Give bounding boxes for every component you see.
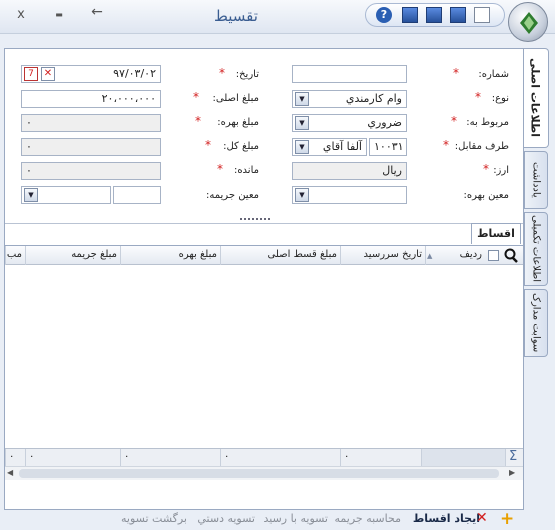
vertical-tabs: اطلاعات اصلی یادداشت اطلاعات تکمیلی سواب…: [522, 48, 550, 358]
horizontal-scrollbar[interactable]: ◀ ▶: [5, 466, 523, 480]
splitter-grip[interactable]: [240, 218, 270, 222]
penalty-account-code[interactable]: [113, 186, 161, 204]
search-icon[interactable]: [503, 248, 519, 264]
currency-field[interactable]: ريال: [292, 162, 407, 180]
required-mark: *: [453, 66, 459, 80]
required-mark: *: [195, 114, 201, 128]
chevron-down-icon[interactable]: ▼: [24, 188, 38, 202]
footer-penalty-sum: ۰: [25, 449, 120, 467]
total-amount-field[interactable]: ۰: [21, 138, 161, 156]
create-installments-button[interactable]: ایجاد اقساط: [413, 510, 480, 530]
delete-icon[interactable]: ✕: [476, 510, 488, 526]
remaining-label: مانده:: [233, 165, 259, 176]
minimize-button[interactable]: ▬: [52, 10, 66, 19]
grid-header: ردیف ▲ تاریخ سررسید مبلغ قسط اصلی مبلغ ب…: [5, 246, 523, 265]
calendar-icon[interactable]: 7: [24, 67, 38, 81]
required-mark: *: [193, 90, 199, 104]
number-field[interactable]: [292, 65, 407, 83]
principal-field[interactable]: ۲۰،۰۰۰،۰۰۰: [21, 90, 161, 108]
col-row-number[interactable]: ردیف: [425, 246, 485, 265]
close-button[interactable]: x: [14, 7, 28, 22]
counterparty-name-select[interactable]: آلفا آقاي ▼: [292, 138, 367, 156]
sum-icon: Σ: [505, 449, 523, 467]
required-mark: *: [219, 66, 225, 80]
tab-main-info[interactable]: اطلاعات اصلی: [522, 48, 549, 148]
col-interest[interactable]: مبلغ بهره: [120, 246, 220, 265]
interest-account-field[interactable]: ▼: [292, 186, 407, 204]
app-menu-button[interactable]: [508, 2, 548, 42]
chevron-down-icon[interactable]: ▼: [295, 92, 309, 106]
penalty-account-label: معین جریمه:: [206, 190, 259, 201]
scroll-thumb[interactable]: [19, 469, 499, 478]
footer-interest-sum: ۰: [120, 449, 220, 467]
grid-footer: Σ ۰ ۰ ۰ ۰ ۰: [5, 448, 523, 467]
penalty-account-select[interactable]: ▼: [21, 186, 111, 204]
tab-installments[interactable]: اقساط: [471, 223, 521, 244]
interest-account-label: معین بهره:: [463, 190, 509, 201]
counterparty-code-field[interactable]: ۱۰۰۳۱: [369, 138, 407, 156]
sort-asc-icon: ▲: [427, 252, 433, 260]
related-to-label: مربوط به:: [466, 117, 509, 128]
action-bar: + ایجاد اقساط ✕ محاسبه جریمه تسویه با رس…: [0, 509, 555, 530]
new-document-icon[interactable]: [474, 7, 490, 23]
col-principal-installment[interactable]: مبلغ قسط اصلی: [220, 246, 340, 265]
type-select[interactable]: وام کارمندي ▼: [292, 90, 407, 108]
interest-amount-field[interactable]: ۰: [21, 114, 161, 132]
help-icon[interactable]: ?: [376, 7, 392, 23]
chevron-down-icon[interactable]: ▼: [295, 116, 309, 130]
save-icon[interactable]: [450, 7, 466, 23]
footer-due-date: ۰: [340, 449, 421, 467]
quick-access-toolbar: ?: [365, 3, 505, 27]
required-mark: *: [205, 138, 211, 152]
counterparty-label: طرف مقابل:: [454, 141, 509, 152]
date-label: تاریخ:: [235, 69, 259, 80]
footer-truncated: ۰: [5, 449, 25, 467]
principal-label: مبلغ اصلی:: [212, 93, 259, 104]
settle-with-receipt-button[interactable]: تسویه با رسید: [263, 510, 328, 530]
col-penalty[interactable]: مبلغ جریمه: [25, 246, 120, 265]
required-mark: *: [475, 90, 481, 104]
col-due-date[interactable]: تاریخ سررسید: [340, 246, 425, 265]
main-panel: شماره: * نوع: * وام کارمندي ▼ مربوط به: *…: [4, 48, 524, 510]
undo-settle-button[interactable]: برگشت تسویه: [121, 510, 187, 530]
col-truncated[interactable]: مب: [5, 246, 25, 265]
title-bar: x ▬ ← تقسيط ?: [0, 0, 555, 42]
required-mark: *: [217, 162, 223, 176]
footer-principal-sum: ۰: [220, 449, 340, 467]
currency-label: ارز:: [493, 165, 509, 176]
inner-tabstrip: اقساط: [5, 223, 523, 244]
type-label: نوع:: [491, 93, 509, 104]
add-icon[interactable]: +: [500, 509, 514, 529]
chevron-down-icon[interactable]: ▼: [295, 140, 309, 154]
number-label: شماره:: [478, 69, 509, 80]
app-logo-icon: [520, 12, 538, 34]
scroll-right-icon[interactable]: ▶: [509, 468, 515, 477]
clear-icon[interactable]: ✕: [41, 67, 55, 81]
chevron-down-icon[interactable]: ▼: [295, 188, 309, 202]
tab-extra-info[interactable]: اطلاعات تکمیلی: [524, 212, 548, 286]
save-close-icon[interactable]: [402, 7, 418, 23]
footer-cell: [421, 449, 505, 467]
related-to-select[interactable]: ضروري ▼: [292, 114, 407, 132]
window: x ▬ ← تقسيط ? اطلاعات اصلی یادداشت اطلاع…: [0, 0, 555, 530]
scroll-left-icon[interactable]: ◀: [7, 468, 13, 477]
tab-documents[interactable]: سوابت مدارک: [524, 289, 548, 357]
window-title: تقسيط: [214, 7, 258, 25]
total-amount-label: مبلغ کل:: [223, 141, 259, 152]
required-mark: *: [483, 162, 489, 176]
tab-notes[interactable]: یادداشت: [524, 151, 548, 209]
installments-grid: ردیف ▲ تاریخ سررسید مبلغ قسط اصلی مبلغ ب…: [5, 245, 523, 471]
required-mark: *: [443, 138, 449, 152]
save-new-icon[interactable]: [426, 7, 442, 23]
required-mark: *: [451, 114, 457, 128]
calc-penalty-button[interactable]: محاسبه جریمه: [335, 510, 401, 530]
manual-settle-button[interactable]: تسویه دستي: [197, 510, 255, 530]
remaining-field[interactable]: ۰: [21, 162, 161, 180]
back-button[interactable]: ←: [90, 4, 104, 20]
interest-amount-label: مبلغ بهره:: [217, 117, 259, 128]
select-all-checkbox[interactable]: [488, 250, 499, 261]
